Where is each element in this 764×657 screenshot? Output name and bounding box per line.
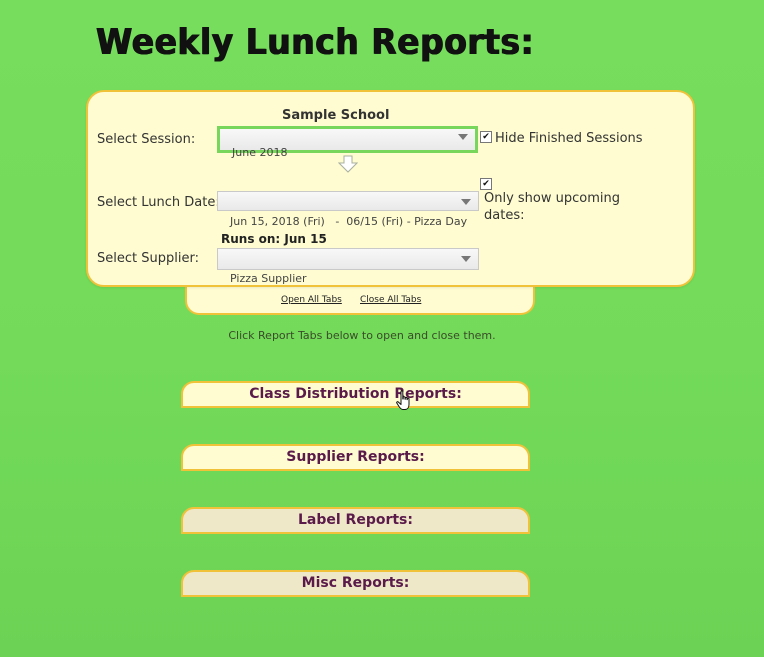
lunch-date-select-value: Jun 15, 2018 (Fri) - 06/15 (Fri) - Pizza…	[230, 215, 468, 228]
school-name: Sample School	[282, 108, 390, 123]
lunch-date-label: Select Lunch Date:	[97, 195, 220, 210]
upcoming-dates-label-line2: dates:	[484, 208, 525, 223]
hide-finished-label: Hide Finished Sessions	[495, 131, 643, 146]
tab-misc-reports[interactable]: Misc Reports:	[181, 570, 530, 597]
supplier-select[interactable]: Pizza Supplier	[217, 248, 479, 285]
session-select-value: June 2018	[232, 146, 288, 159]
upcoming-dates-checkbox[interactable]: ✔	[480, 178, 492, 190]
instructions-text: Click Report Tabs below to open and clos…	[228, 329, 496, 342]
open-all-tabs-link[interactable]: Open All Tabs	[281, 295, 342, 305]
down-arrow-icon	[338, 155, 358, 173]
dropdown-arrow-icon	[461, 256, 471, 262]
supplier-label: Select Supplier:	[97, 251, 199, 266]
tab-label-reports[interactable]: Label Reports:	[181, 507, 530, 534]
page-title: Weekly Lunch Reports:	[96, 20, 535, 63]
supplier-select-value: Pizza Supplier	[230, 272, 307, 285]
close-all-tabs-link[interactable]: Close All Tabs	[360, 295, 421, 305]
hand-pointer-icon	[396, 390, 410, 410]
tab-supplier-reports[interactable]: Supplier Reports:	[181, 444, 530, 471]
runs-on-text: Runs on: Jun 15	[221, 232, 327, 246]
tab-class-distribution-reports[interactable]: Class Distribution Reports:	[181, 381, 530, 408]
session-label: Select Session:	[97, 132, 196, 147]
dropdown-arrow-icon	[458, 134, 468, 140]
session-select[interactable]: June 2018	[217, 126, 478, 159]
dropdown-arrow-icon	[461, 199, 471, 205]
upcoming-dates-label-line1: Only show upcoming	[484, 191, 620, 206]
hide-finished-checkbox[interactable]: ✔	[480, 131, 492, 143]
lunch-date-select[interactable]: Jun 15, 2018 (Fri) - 06/15 (Fri) - Pizza…	[217, 191, 479, 228]
